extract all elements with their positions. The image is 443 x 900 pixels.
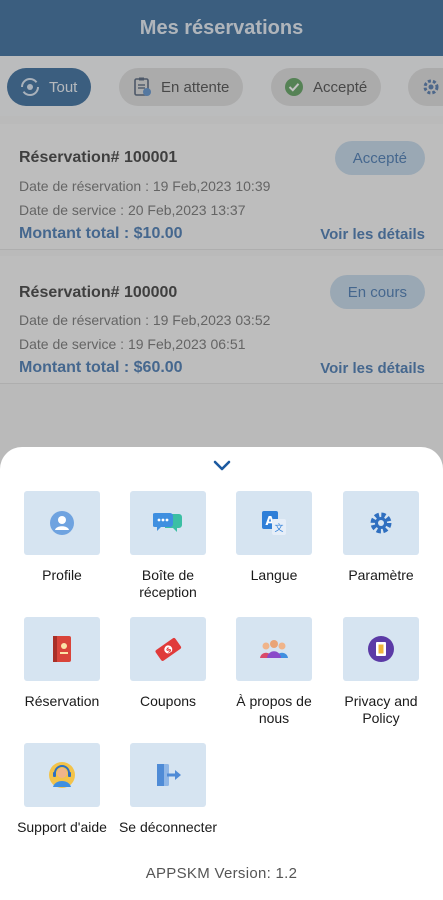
booking-book-icon	[24, 617, 100, 681]
menu-item-privacy-policy[interactable]: Privacy and Policy	[331, 617, 431, 727]
menu-item-label: Paramètre	[348, 567, 414, 583]
menu-item-reservation[interactable]: Réservation	[12, 617, 112, 710]
menu-item-settings[interactable]: Paramètre	[331, 491, 431, 584]
menu-item-label: Profile	[42, 567, 82, 583]
user-icon	[24, 491, 100, 555]
gear-icon	[343, 491, 419, 555]
chevron-down-icon[interactable]	[211, 457, 233, 475]
menu-item-label: Réservation	[24, 693, 100, 709]
app-version: APPSKM Version: 1.2	[145, 865, 298, 882]
menu-item-label: À propos de nous	[236, 693, 312, 726]
translate-icon: A文	[236, 491, 312, 555]
menu-item-label: Support d'aide	[17, 819, 107, 835]
svg-text:文: 文	[274, 522, 283, 534]
menu-item-logout[interactable]: Se déconnecter	[118, 743, 218, 836]
menu-item-profile[interactable]: Profile	[12, 491, 112, 584]
menu-item-label: Se déconnecter	[118, 819, 218, 835]
chat-bubble-icon	[130, 491, 206, 555]
menu-item-about-us[interactable]: À propos de nous	[224, 617, 324, 727]
menu-item-label: Coupons	[139, 693, 197, 709]
menu-item-label: Langue	[250, 567, 298, 583]
bottom-sheet-menu: Profile Boîte de réception A文 Langue Par…	[0, 447, 443, 900]
logout-icon	[130, 743, 206, 807]
menu-item-support[interactable]: Support d'aide	[12, 743, 112, 836]
support-agent-icon	[24, 743, 100, 807]
privacy-document-icon	[343, 617, 419, 681]
coupon-icon: $	[130, 617, 206, 681]
menu-item-language[interactable]: A文 Langue	[224, 491, 324, 584]
menu-item-coupons[interactable]: $ Coupons	[118, 617, 218, 710]
menu-item-inbox[interactable]: Boîte de réception	[118, 491, 218, 601]
menu-item-label: Boîte de réception	[139, 567, 197, 600]
team-icon	[236, 617, 312, 681]
menu-item-label: Privacy and Policy	[344, 693, 418, 726]
